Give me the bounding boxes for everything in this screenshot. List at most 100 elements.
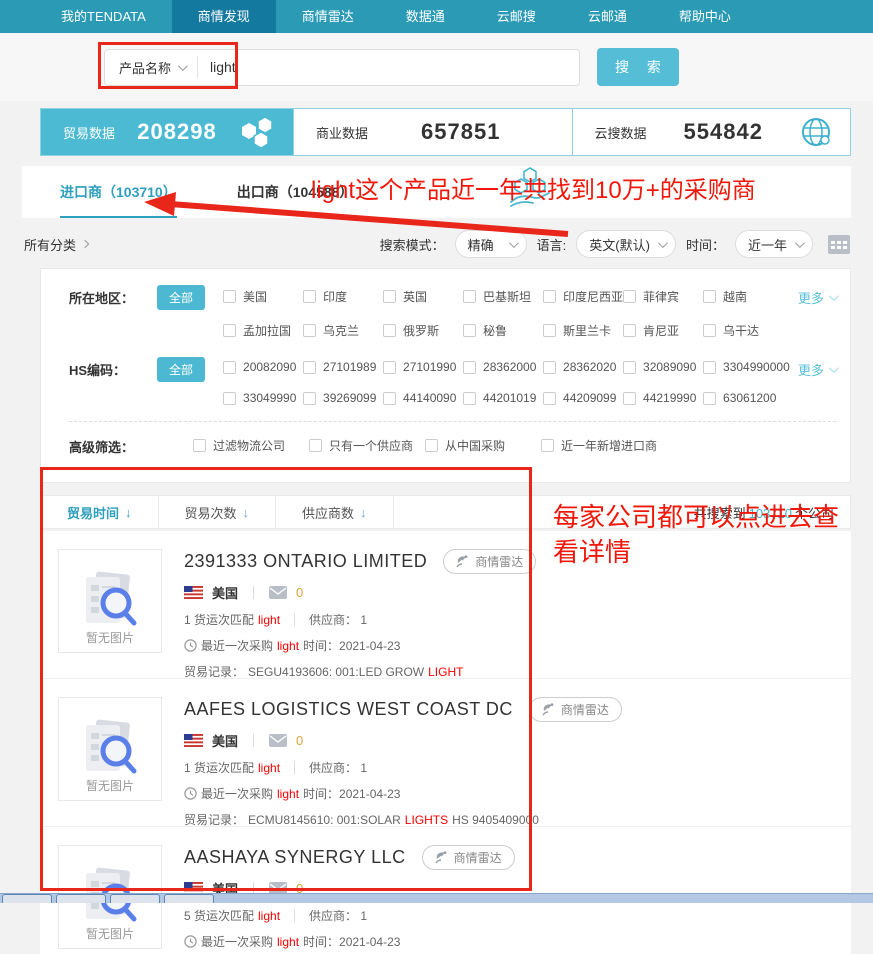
sheet-tab[interactable] <box>110 894 160 903</box>
hs-option[interactable]: 28362020 <box>543 360 623 374</box>
hs-option[interactable]: 28362000 <box>463 360 543 374</box>
region-option[interactable]: 俄罗斯 <box>383 322 463 339</box>
region-option[interactable]: 印度 <box>303 288 383 305</box>
hs-option[interactable]: 33049990 <box>223 391 303 405</box>
hs-option[interactable]: 63061200 <box>703 391 783 405</box>
checkbox[interactable] <box>703 361 716 374</box>
sheet-tab[interactable] <box>56 894 106 903</box>
radar-button[interactable]: 商情雷达 <box>529 697 622 722</box>
sheet-tab[interactable] <box>2 894 52 903</box>
radar-button[interactable]: 商情雷达 <box>443 549 536 574</box>
checkbox[interactable] <box>383 392 396 405</box>
hs-more-link[interactable]: 更多 <box>798 355 836 379</box>
hs-option[interactable]: 27101989 <box>303 360 383 374</box>
nav-business-discovery[interactable]: 商情发现 <box>172 0 276 33</box>
checkbox[interactable] <box>303 392 316 405</box>
advanced-option[interactable]: 近一年新增进口商 <box>541 437 691 454</box>
nav-data-link[interactable]: 数据通 <box>380 0 471 33</box>
checkbox[interactable] <box>463 324 476 337</box>
region-option[interactable]: 英国 <box>383 288 463 305</box>
company-card[interactable]: 暂无图片 2391333 ONTARIO LIMITED 商情雷达 <box>40 531 851 679</box>
stat-business-data[interactable]: 商业数据 657851 <box>294 109 573 155</box>
region-option[interactable]: 乌干达 <box>703 322 783 339</box>
checkbox[interactable] <box>223 290 236 303</box>
hs-option[interactable]: 44219990 <box>623 391 703 405</box>
hs-all-button[interactable]: 全部 <box>157 357 205 382</box>
nav-cloud-mail-search[interactable]: 云邮搜 <box>471 0 562 33</box>
checkbox[interactable] <box>703 324 716 337</box>
region-option[interactable]: 印度尼西亚 <box>543 288 623 305</box>
tab-exporters[interactable]: 出口商（104588） <box>237 182 354 218</box>
checkbox[interactable] <box>543 290 556 303</box>
language-select[interactable]: 英文(默认) <box>576 230 676 258</box>
hs-option[interactable]: 44140090 <box>383 391 463 405</box>
checkbox[interactable] <box>383 324 396 337</box>
tab-importers[interactable]: 进口商（103710） <box>60 182 177 218</box>
checkbox[interactable] <box>543 324 556 337</box>
hs-option[interactable]: 44201019 <box>463 391 543 405</box>
checkbox[interactable] <box>623 290 636 303</box>
region-option[interactable]: 巴基斯坦 <box>463 288 543 305</box>
sort-supplier-count[interactable]: 供应商数↓ <box>276 496 394 528</box>
checkbox[interactable] <box>223 324 236 337</box>
region-option[interactable]: 乌克兰 <box>303 322 383 339</box>
hs-option[interactable]: 39269099 <box>303 391 383 405</box>
checkbox[interactable] <box>303 324 316 337</box>
checkbox[interactable] <box>541 439 554 452</box>
checkbox[interactable] <box>223 361 236 374</box>
checkbox[interactable] <box>703 392 716 405</box>
checkbox[interactable] <box>303 290 316 303</box>
region-option[interactable]: 肯尼亚 <box>623 322 703 339</box>
checkbox[interactable] <box>223 392 236 405</box>
time-select[interactable]: 近一年 <box>735 230 813 258</box>
region-option[interactable]: 斯里兰卡 <box>543 322 623 339</box>
company-card[interactable]: 暂无图片 AAFES LOGISTICS WEST COAST DC 商情雷达 <box>40 679 851 827</box>
advanced-option[interactable]: 从中国采购 <box>425 437 541 454</box>
hs-option[interactable]: 32089090 <box>623 360 703 374</box>
region-option[interactable]: 秘鲁 <box>463 322 543 339</box>
search-mode-select[interactable]: 精确 <box>455 230 527 258</box>
nav-business-radar[interactable]: 商情雷达 <box>276 0 380 33</box>
checkbox[interactable] <box>383 361 396 374</box>
sort-trade-time[interactable]: 贸易时间↓ <box>41 496 159 528</box>
mail-icon[interactable] <box>269 586 287 599</box>
sheet-tab[interactable] <box>164 894 214 903</box>
region-option[interactable]: 孟加拉国 <box>223 322 303 339</box>
hs-option[interactable]: 27101990 <box>383 360 463 374</box>
nav-my-tendata[interactable]: 我的TENDATA <box>35 0 172 33</box>
advanced-option[interactable]: 只有一个供应商 <box>309 437 425 454</box>
mail-icon[interactable] <box>269 734 287 747</box>
hs-option[interactable]: 3304990000 <box>703 360 783 374</box>
checkbox[interactable] <box>193 439 206 452</box>
checkbox[interactable] <box>425 439 438 452</box>
checkbox[interactable] <box>309 439 322 452</box>
hs-option[interactable]: 20082090 <box>223 360 303 374</box>
advanced-option[interactable]: 过滤物流公司 <box>193 437 309 454</box>
checkbox[interactable] <box>543 392 556 405</box>
checkbox[interactable] <box>463 361 476 374</box>
nav-cloud-mail[interactable]: 云邮通 <box>562 0 653 33</box>
company-name[interactable]: AAFES LOGISTICS WEST COAST DC <box>184 699 513 720</box>
all-categories-link[interactable]: 所有分类 <box>24 235 88 254</box>
company-name[interactable]: AASHAYA SYNERGY LLC <box>184 847 406 868</box>
checkbox[interactable] <box>463 392 476 405</box>
checkbox[interactable] <box>543 361 556 374</box>
stat-trade-data[interactable]: 贸易数据 208298 <box>41 109 294 155</box>
checkbox[interactable] <box>303 361 316 374</box>
search-button[interactable]: 搜 索 <box>597 48 679 86</box>
region-option[interactable]: 美国 <box>223 288 303 305</box>
region-more-link[interactable]: 更多 <box>798 283 836 307</box>
stat-cloud-search-data[interactable]: 云搜数据 554842 <box>573 109 851 155</box>
region-option[interactable]: 越南 <box>703 288 783 305</box>
checkbox[interactable] <box>703 290 716 303</box>
region-all-button[interactable]: 全部 <box>157 285 205 310</box>
region-option[interactable]: 菲律宾 <box>623 288 703 305</box>
radar-button[interactable]: 商情雷达 <box>422 845 515 870</box>
company-name[interactable]: 2391333 ONTARIO LIMITED <box>184 551 427 572</box>
checkbox[interactable] <box>623 361 636 374</box>
checkbox[interactable] <box>463 290 476 303</box>
search-input[interactable] <box>198 59 579 75</box>
checkbox[interactable] <box>623 324 636 337</box>
search-category-dropdown[interactable]: 产品名称 <box>105 56 198 78</box>
calendar-icon[interactable] <box>827 233 851 255</box>
